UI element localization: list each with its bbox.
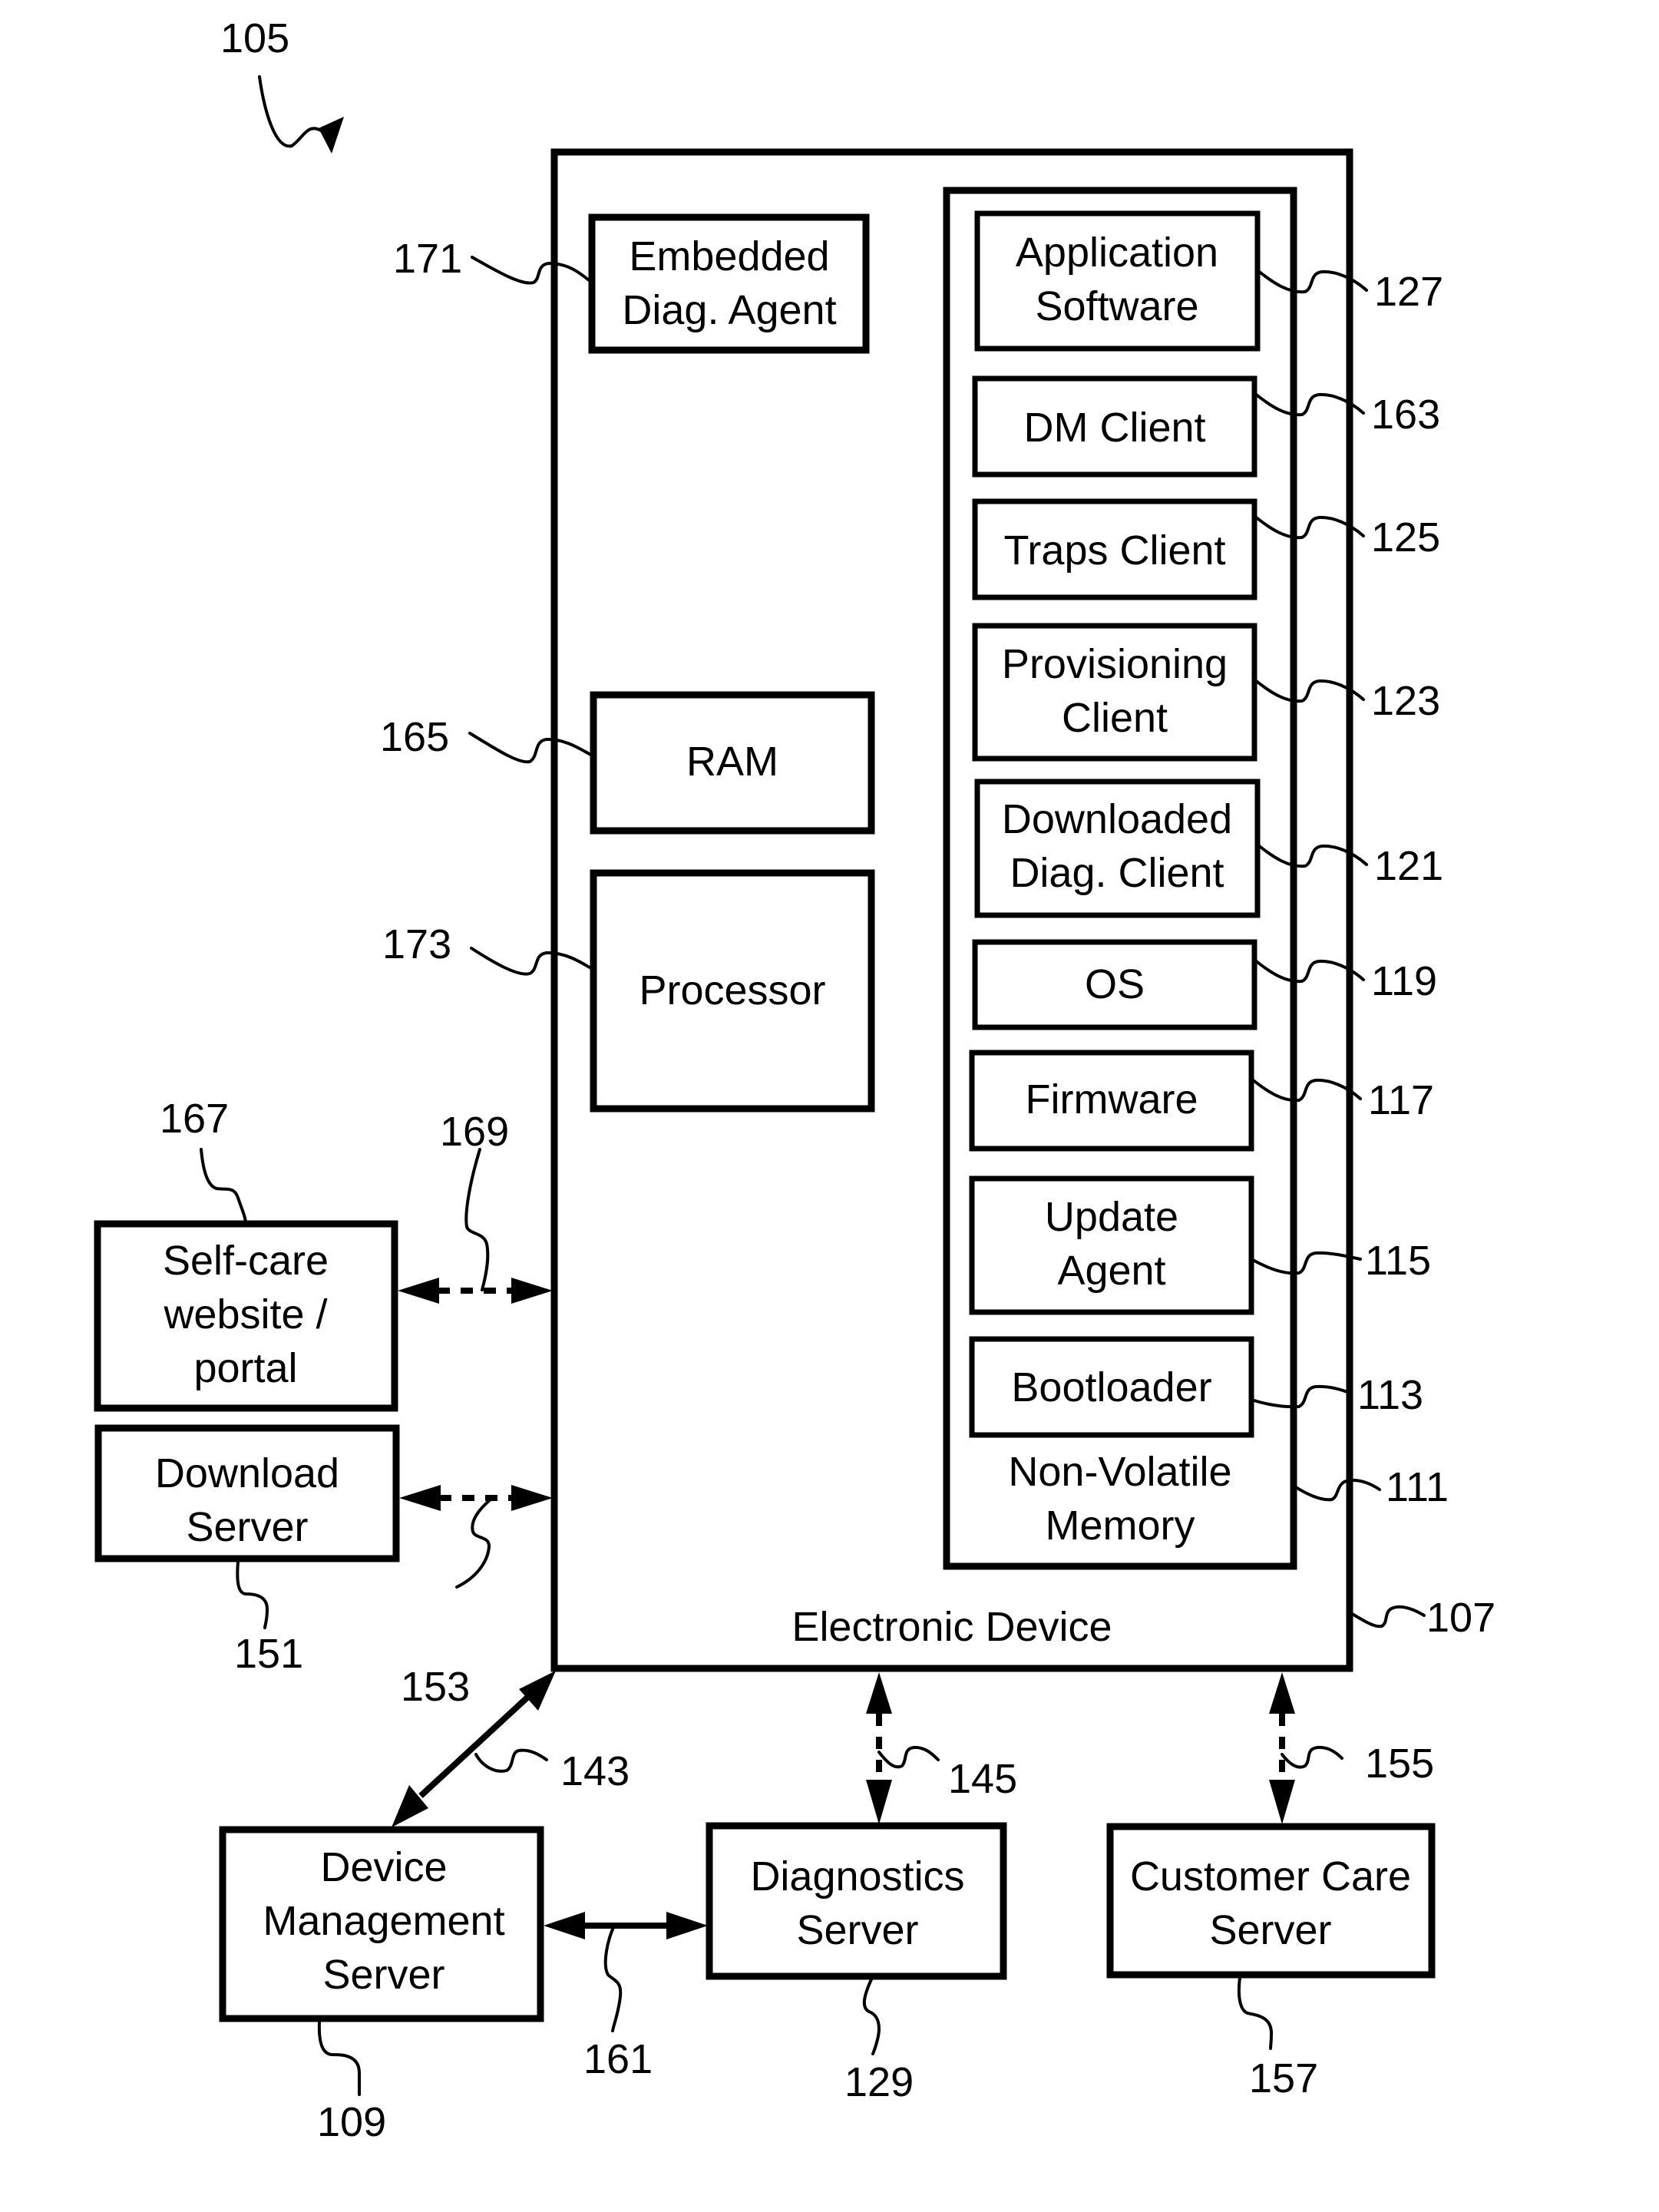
download-server-box[interactable]: Download Server: [94, 1424, 400, 1562]
leader-167: [200, 1148, 247, 1225]
self-care-line3: portal: [193, 1345, 297, 1391]
dms-line1: Device: [320, 1844, 447, 1890]
ref-153: 153: [401, 1664, 470, 1710]
self-care-line2: website /: [163, 1291, 327, 1337]
downloaded-diag-client-line2: Diag. Client: [1010, 850, 1224, 896]
ref-109: 109: [317, 2099, 386, 2145]
ref-161: 161: [583, 2036, 653, 2082]
ref-107: 107: [1426, 1595, 1495, 1641]
update-agent-box[interactable]: Update Agent: [969, 1175, 1254, 1315]
ref-165: 165: [380, 714, 449, 760]
ref-117: 117: [1368, 1077, 1434, 1123]
figure-ref-arrow: [258, 75, 322, 148]
embedded-diag-agent-line2: Diag. Agent: [622, 287, 836, 333]
traps-client-label: Traps Client: [1003, 527, 1225, 574]
provisioning-client-line2: Client: [1062, 695, 1168, 741]
leader-129: [862, 1978, 881, 2055]
ref-143: 143: [560, 1748, 630, 1794]
device-label: Electronic Device: [791, 1604, 1112, 1650]
ref-129: 129: [844, 2059, 914, 2105]
ref-167: 167: [160, 1096, 229, 1142]
self-care-portal-box[interactable]: Self-care website / portal: [94, 1220, 398, 1412]
device-management-server-box[interactable]: Device Management Server: [219, 1826, 544, 2022]
leader-157: [1237, 1976, 1274, 2050]
firmware-box[interactable]: Firmware: [969, 1050, 1254, 1152]
application-software-box[interactable]: Application Software: [974, 210, 1261, 352]
nvm-line1: Non-Volatile: [1008, 1449, 1231, 1495]
customer-care-line2: Server: [1209, 1907, 1331, 1953]
bootloader-label: Bootloader: [1011, 1364, 1211, 1410]
provisioning-client-box[interactable]: Provisioning Client: [972, 623, 1257, 762]
ref-163: 163: [1371, 392, 1440, 438]
diagnostics-server-line2: Server: [796, 1907, 918, 1953]
ref-155: 155: [1365, 1741, 1434, 1787]
nvm-line2: Memory: [1045, 1503, 1195, 1549]
update-agent-line2: Agent: [1057, 1248, 1165, 1294]
application-software-line2: Software: [1035, 283, 1198, 329]
ref-151: 151: [234, 1631, 303, 1677]
processor-label: Processor: [639, 967, 825, 1013]
figure-ref-arrowhead: [319, 117, 344, 154]
dm-client-box[interactable]: DM Client: [972, 375, 1257, 478]
processor-box[interactable]: Processor: [590, 869, 875, 1113]
ref-123: 123: [1371, 678, 1440, 724]
ref-119: 119: [1371, 958, 1437, 1004]
dm-client-label: DM Client: [1023, 405, 1205, 451]
firmware-label: Firmware: [1026, 1076, 1198, 1123]
dms-line3: Server: [322, 1952, 444, 1998]
download-server-line1: Download: [155, 1450, 339, 1496]
ref-127: 127: [1374, 269, 1443, 315]
link-download-device: [399, 1485, 553, 1589]
provisioning-client-line1: Provisioning: [1002, 641, 1228, 687]
bootloader-box[interactable]: Bootloader: [969, 1336, 1254, 1438]
link-diagnostics-device: [866, 1672, 940, 1824]
downloaded-diag-client-box[interactable]: Downloaded Diag. Client: [974, 779, 1261, 918]
ref-121: 121: [1374, 843, 1443, 889]
ref-113: 113: [1357, 1372, 1423, 1418]
ram-box[interactable]: RAM: [590, 691, 875, 835]
ram-label: RAM: [686, 739, 778, 785]
embedded-diag-agent-box[interactable]: Embedded Diag. Agent: [588, 213, 870, 354]
traps-client-box[interactable]: Traps Client: [972, 498, 1257, 600]
customer-care-server-box[interactable]: Customer Care Server: [1106, 1823, 1436, 1979]
os-label: OS: [1085, 961, 1145, 1007]
self-care-line1: Self-care: [163, 1238, 329, 1284]
downloaded-diag-client-line1: Downloaded: [1002, 796, 1232, 842]
ref-157: 157: [1249, 2055, 1318, 2101]
link-dms-diagnostics: [544, 1912, 708, 2032]
diagnostics-server-box[interactable]: Diagnostics Server: [706, 1822, 1007, 1980]
ref-111: 111: [1386, 1464, 1449, 1510]
customer-care-line1: Customer Care: [1130, 1853, 1411, 1900]
leader-107: [1348, 1605, 1426, 1628]
ref-105: 105: [220, 15, 289, 61]
ref-125: 125: [1371, 514, 1440, 560]
application-software-line1: Application: [1016, 230, 1218, 276]
ref-173: 173: [382, 921, 451, 967]
link-customer-care-device: [1269, 1672, 1343, 1824]
ref-115: 115: [1365, 1238, 1431, 1284]
update-agent-line1: Update: [1045, 1194, 1178, 1240]
ref-169: 169: [440, 1109, 509, 1155]
diagnostics-server-line1: Diagnostics: [750, 1853, 964, 1900]
ref-171: 171: [393, 236, 462, 282]
os-box[interactable]: OS: [972, 939, 1257, 1030]
ref-145: 145: [948, 1756, 1017, 1802]
link-selfcare-device: [398, 1148, 553, 1304]
embedded-diag-agent-line1: Embedded: [629, 233, 829, 279]
download-server-line2: Server: [186, 1504, 308, 1550]
block-diagram: 105 Electronic Device 107 Embedded Diag.…: [94, 15, 1495, 2145]
dms-line2: Management: [263, 1898, 504, 1944]
leader-109: [317, 2021, 361, 2096]
leader-151: [236, 1560, 269, 1629]
